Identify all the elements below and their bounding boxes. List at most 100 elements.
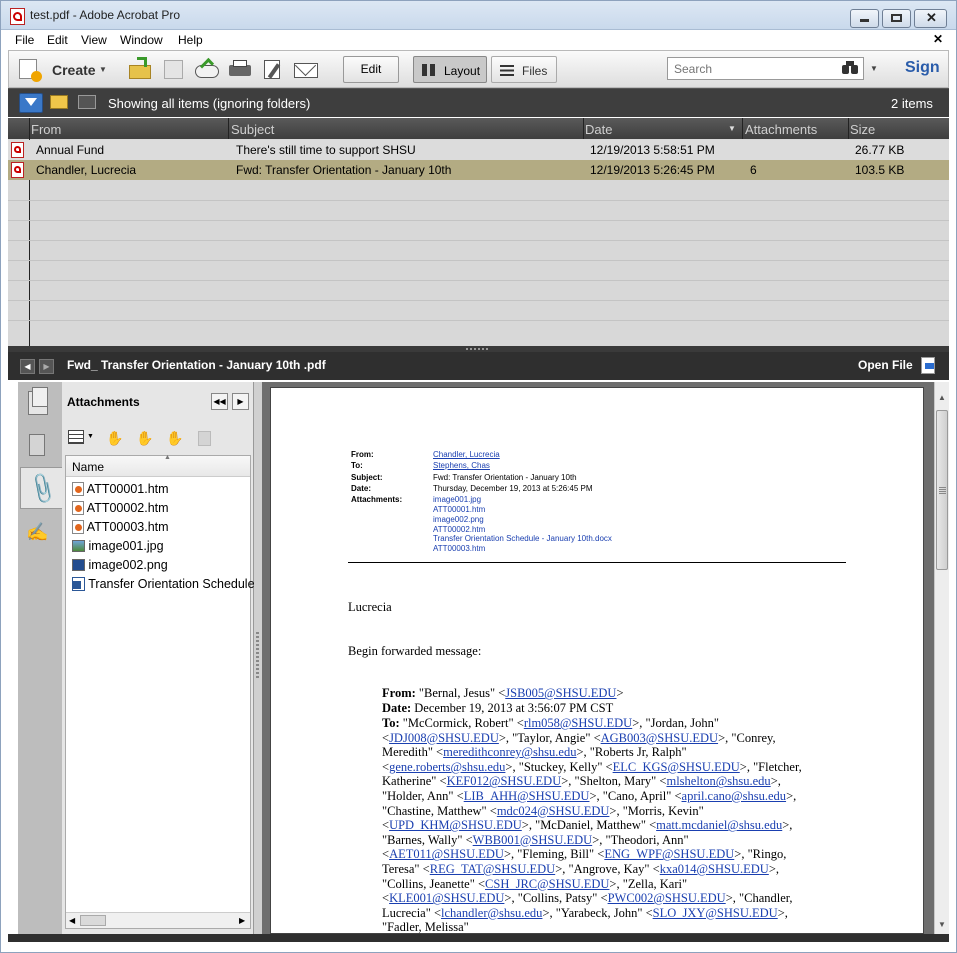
header-attachment-link[interactable]: ATT00003.htm — [433, 544, 485, 553]
table-row-selected[interactable]: Chandler, Lucrecia Fwd: Transfer Orienta… — [8, 160, 949, 180]
header-from-link[interactable]: Chandler, Lucrecia — [433, 450, 500, 459]
forward-intro: Begin forwarded message: — [348, 644, 482, 658]
document-scrollbar[interactable]: ▲ ▼ — [934, 382, 949, 934]
minimize-button[interactable] — [850, 9, 879, 28]
cloud-upload-icon[interactable] — [194, 57, 220, 81]
recipient-email-link[interactable]: LIB_AHH@SHSU.EDU — [464, 789, 590, 803]
save-attachment-icon[interactable]: ✋ — [136, 430, 153, 446]
email-icon[interactable] — [293, 54, 319, 81]
column-size[interactable]: Size — [850, 122, 875, 137]
recipient-email-link[interactable]: KEF012@SHSU.EDU — [447, 774, 562, 788]
horizontal-scrollbar[interactable]: ◀ ▶ — [66, 912, 250, 928]
attachment-options-icon[interactable]: ▼ — [68, 430, 94, 446]
header-attachment-link[interactable]: ATT00002.htm — [433, 525, 485, 534]
folder-icon[interactable] — [50, 95, 68, 109]
forwarded-from-line: From: "Bernal, Jesus" <JSB005@SHSU.EDU> — [382, 686, 624, 700]
signatures-icon[interactable]: ✍ — [26, 522, 50, 544]
recipient-email-link[interactable]: kxa014@SHSU.EDU — [660, 862, 769, 876]
create-button[interactable]: Create ▼ — [13, 55, 109, 83]
page-thumbnails-icon[interactable] — [28, 387, 48, 415]
menu-edit[interactable]: Edit — [47, 33, 68, 47]
scroll-up-arrow[interactable]: ▲ — [938, 393, 946, 402]
list-item[interactable]: ATT00003.htm — [72, 520, 169, 539]
print-icon[interactable] — [227, 57, 253, 81]
recipient-email-link[interactable]: ENG_WPF@SHSU.EDU — [604, 847, 734, 861]
recipient-email-link[interactable]: PWC002@SHSU.EDU — [608, 891, 726, 905]
close-window-button[interactable]: ✕ — [914, 9, 947, 28]
attachments-tab[interactable]: 📎 — [20, 467, 62, 509]
panel-resize-handle[interactable] — [254, 382, 262, 934]
paperclip-icon: 📎 — [24, 470, 62, 507]
search-options-chevron-icon[interactable]: ▼ — [870, 64, 878, 73]
scroll-thumb[interactable] — [80, 915, 106, 926]
sign-button[interactable]: Sign — [905, 59, 940, 77]
recipient-email-link[interactable]: ELC_KGS@SHSU.EDU — [613, 760, 740, 774]
recipient-email-link[interactable]: rlm058@SHSU.EDU — [524, 716, 632, 730]
edit-document-icon[interactable] — [261, 57, 287, 81]
open-attachment-icon[interactable]: ✋ — [106, 430, 123, 446]
maximize-button[interactable] — [882, 9, 911, 28]
list-item[interactable]: image002.png — [72, 558, 168, 577]
collapse-panel-button[interactable]: ◀◀ — [211, 393, 228, 410]
column-subject[interactable]: Subject — [231, 122, 274, 137]
recipient-email-link[interactable]: WBB001@SHSU.EDU — [473, 833, 593, 847]
recipient-email-link[interactable]: matt.mcdaniel@shsu.edu — [656, 818, 782, 832]
close-document-icon[interactable]: ✕ — [933, 32, 943, 46]
list-item[interactable]: image001.jpg — [72, 539, 164, 558]
previous-arrow-icon[interactable]: ◀ — [20, 359, 35, 374]
add-attachment-icon[interactable]: ✋ — [166, 430, 184, 446]
header-attachment-link[interactable]: ATT00001.htm — [433, 505, 485, 514]
list-item[interactable]: ATT00001.htm — [72, 482, 169, 501]
forwarded-from-email[interactable]: JSB005@SHSU.EDU — [505, 686, 616, 700]
list-item[interactable]: Transfer Orientation Schedule — [72, 577, 255, 596]
menu-help[interactable]: Help — [178, 33, 203, 47]
recipient-email-link[interactable]: mdc024@SHSU.EDU — [497, 804, 610, 818]
menu-file[interactable]: File — [15, 33, 34, 47]
table-row[interactable]: Annual Fund There's still time to suppor… — [8, 140, 949, 160]
layout-button[interactable]: Layout — [413, 56, 487, 83]
binoculars-icon[interactable] — [842, 61, 858, 75]
scroll-down-arrow[interactable]: ▼ — [938, 920, 946, 929]
menu-view[interactable]: View — [81, 33, 107, 47]
filter-bar: Showing all items (ignoring folders) 2 i… — [8, 88, 949, 117]
recipient-email-link[interactable]: april.cano@shsu.edu — [682, 789, 787, 803]
column-date[interactable]: Date — [585, 122, 612, 137]
search-input[interactable] — [667, 57, 864, 80]
recipient-email-link[interactable]: SLO_JXY@SHSU.EDU — [653, 906, 778, 920]
next-arrow-icon[interactable]: ▶ — [39, 359, 54, 374]
attachment-list: Name ▲ ATT00001.htm ATT00002.htm ATT0000… — [65, 454, 255, 929]
recipient-email-link[interactable]: CSH_JRC@SHSU.EDU — [485, 877, 609, 891]
open-folder-icon[interactable] — [127, 57, 153, 81]
expand-panel-button[interactable]: ▶ — [232, 393, 249, 410]
list-item[interactable]: ATT00002.htm — [72, 501, 169, 520]
open-file-button[interactable]: Open File — [858, 358, 913, 372]
recipient-email-link[interactable]: meredithconrey@shsu.edu — [443, 745, 576, 759]
files-button[interactable]: Files — [491, 56, 557, 83]
menu-window[interactable]: Window — [120, 33, 163, 47]
recipient-email-link[interactable]: mlshelton@shsu.edu — [666, 774, 770, 788]
recipient-email-link[interactable]: KLE001@SHSU.EDU — [389, 891, 504, 905]
recipient-email-link[interactable]: AET011@SHSU.EDU — [389, 847, 504, 861]
name-column-header[interactable]: Name ▲ — [66, 454, 250, 477]
open-file-icon[interactable] — [921, 357, 935, 374]
header-attachment-link[interactable]: image002.png — [433, 515, 484, 524]
delete-attachment-icon[interactable] — [198, 431, 211, 446]
filter-icon[interactable] — [19, 93, 43, 113]
header-attachment-link[interactable]: image001.jpg — [433, 495, 481, 504]
recipient-email-link[interactable]: lchandler@shsu.edu — [441, 906, 542, 920]
column-attachments[interactable]: Attachments — [745, 122, 817, 137]
pdf-file-icon — [11, 162, 24, 178]
recipient-email-link[interactable]: UPD_KHM@SHSU.EDU — [389, 818, 522, 832]
save-icon[interactable] — [161, 57, 187, 81]
recipient-email-link[interactable]: gene.roberts@shsu.edu — [389, 760, 505, 774]
edit-button[interactable]: Edit — [343, 56, 399, 83]
folder-view-icon[interactable] — [78, 95, 96, 109]
bookmarks-icon[interactable] — [29, 434, 45, 456]
recipient-email-link[interactable]: AGB003@SHSU.EDU — [601, 731, 718, 745]
header-attachment-link[interactable]: Transfer Orientation Schedule - January … — [433, 534, 612, 543]
scroll-thumb[interactable] — [936, 410, 948, 570]
column-from[interactable]: From — [31, 122, 61, 137]
recipient-email-link[interactable]: JDJ008@SHSU.EDU — [389, 731, 499, 745]
header-to-link[interactable]: Stephens, Chas — [433, 461, 490, 470]
recipient-email-link[interactable]: REG_TAT@SHSU.EDU — [430, 862, 555, 876]
